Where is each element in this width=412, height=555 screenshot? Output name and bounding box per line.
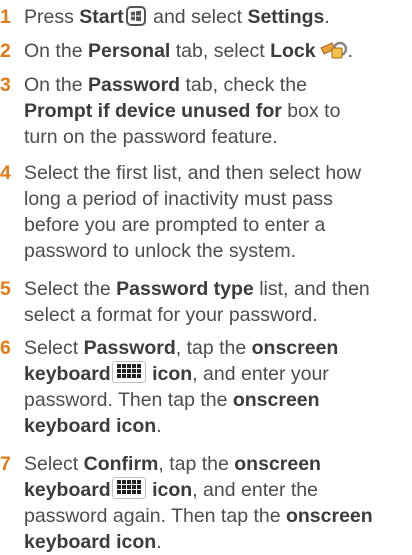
text-run: tab, check the (180, 74, 307, 96)
bold-term: icon (146, 363, 193, 385)
bold-term: Password (87, 74, 181, 96)
step-text-line: On the Password tab, check the (24, 72, 410, 98)
bold-term: Start (79, 6, 124, 28)
bold-term: Confirm (83, 453, 159, 475)
text-run: Select (24, 337, 84, 359)
text-run: , and enter your (192, 363, 329, 385)
text-run: turn on the password feature. (24, 126, 278, 148)
text-run: On the (24, 74, 88, 96)
step-text-line: before you are prompted to enter a (24, 212, 410, 238)
step-text-line: Prompt if device unused for box to (24, 98, 410, 124)
text-run: password to unlock the system. (24, 240, 297, 262)
step-text-line: On the Personal tab, select Lock. (24, 38, 410, 64)
step-text-line: password again. Then tap the onscreen (24, 503, 410, 529)
step-text: Select Confirm, tap the onscreen keyboard… (24, 451, 410, 555)
bold-term: onscreen (232, 389, 320, 411)
text-run: long a period of inactivity must pass (24, 188, 333, 210)
step-text-line: Select the first list, and then select h… (24, 160, 410, 186)
bold-term: keyboard (24, 363, 111, 385)
step-text-line: keyboard icon, and enter your (24, 361, 410, 387)
step-text-line: keyboard icon. (24, 529, 410, 555)
step-text: Press Start and select Settings. (24, 4, 410, 30)
bold-term: onscreen (234, 453, 321, 475)
bold-term: Lock (270, 40, 316, 62)
bold-term: keyboard icon (24, 531, 157, 553)
step-number: 3 (0, 74, 11, 96)
step-text-line: password to unlock the system. (24, 238, 410, 264)
text-run: Select (24, 453, 84, 475)
step-text-line: Select the Password type list, and then (24, 276, 410, 302)
bold-term: Prompt if device unused for (24, 100, 282, 122)
step-text: Select the first list, and then select h… (24, 160, 410, 264)
step-text-line: select a format for your password. (24, 302, 410, 328)
bold-term: keyboard (24, 479, 111, 501)
bold-term: icon (146, 479, 193, 501)
text-run: , tap the (175, 337, 252, 359)
text-run: Press (24, 6, 80, 28)
text-run: list, and then (253, 278, 370, 300)
text-run: password again. Then tap the (24, 505, 286, 527)
step-text: On the Personal tab, select Lock. (24, 38, 410, 64)
bold-term: Personal (87, 40, 171, 62)
text-run: before you are prompted to enter a (24, 214, 326, 236)
bold-term: onscreen (251, 337, 339, 359)
keyboard-icon (111, 477, 146, 499)
step-text-line: long a period of inactivity must pass (24, 186, 410, 212)
text-run: , and enter the (192, 479, 318, 501)
text-run: Select the (24, 278, 117, 300)
keyboard-icon (111, 361, 146, 383)
bold-term: onscreen (285, 505, 373, 527)
bold-term: Settings (247, 6, 325, 28)
text-run: On the (24, 40, 88, 62)
text-run: and select (147, 6, 248, 28)
step-number: 1 (0, 6, 11, 28)
step-text-line: Select Confirm, tap the onscreen (24, 451, 410, 477)
text-run: box to (281, 100, 341, 122)
text-run: select a format for your password. (24, 304, 318, 326)
step-text-line: Select Password, tap the onscreen (24, 335, 410, 361)
step-number: 5 (0, 278, 11, 300)
step-number: 7 (0, 453, 11, 475)
text-run: password. Then tap the (24, 389, 233, 411)
step-text-line: Press Start and select Settings. (24, 4, 410, 30)
bold-term: Password (83, 337, 176, 359)
text-run: . (156, 415, 162, 437)
text-run: . (156, 531, 162, 553)
step-number: 2 (0, 40, 11, 62)
lock-icon (318, 39, 348, 68)
text-run: , tap the (158, 453, 235, 475)
step-text-line: password. Then tap the onscreen (24, 387, 410, 413)
step-text-line: keyboard icon. (24, 413, 410, 439)
text-run: . (347, 40, 353, 62)
step-text: Select the Password type list, and then s… (24, 276, 410, 328)
step-text: Select Password, tap the onscreen keyboar… (24, 335, 410, 439)
step-text-line: keyboard icon, and enter the (24, 477, 410, 503)
text-run: . (324, 6, 330, 28)
step-number: 6 (0, 337, 11, 359)
step-number: 4 (0, 162, 11, 184)
text-run: Select the first list, and then select h… (24, 162, 362, 184)
step-text-line: turn on the password feature. (24, 124, 410, 150)
text-run: tab, select (170, 40, 271, 62)
bold-term: keyboard icon (24, 415, 157, 437)
start-icon (125, 6, 146, 26)
bold-term: Password type (116, 278, 254, 300)
step-text: On the Password tab, check the Prompt if … (24, 72, 410, 150)
